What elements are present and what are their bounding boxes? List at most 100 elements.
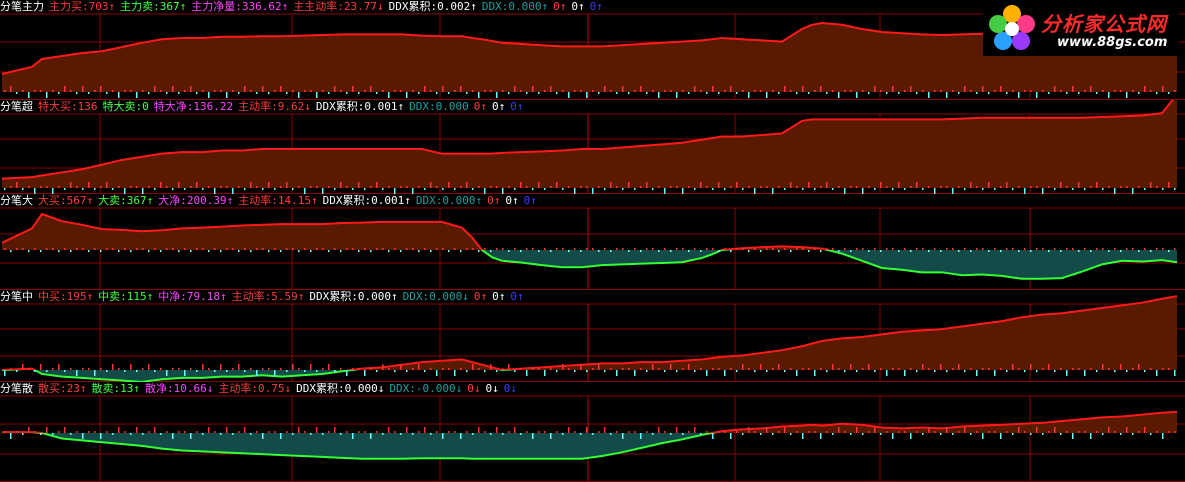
indicator-value: 0↑	[492, 290, 505, 304]
indicator-value: 0↑	[474, 290, 487, 304]
arrow-down-icon: ↓	[492, 382, 499, 395]
ddx-bar	[592, 433, 594, 435]
ddx-bar	[208, 250, 210, 252]
ddx-bar	[814, 90, 816, 92]
ddx-bar	[196, 248, 198, 250]
ddx-bar	[166, 248, 168, 250]
ddx-bar	[628, 368, 630, 370]
ddx-bar	[586, 248, 588, 250]
ddx-bar	[934, 431, 936, 433]
ddx-bar	[568, 92, 570, 98]
ddx-bar	[718, 182, 720, 188]
ddx-bar	[1150, 368, 1152, 370]
ddx-bar	[1018, 368, 1020, 370]
ddx-bar	[514, 370, 516, 372]
ddx-bar	[556, 92, 558, 94]
ddx-bar	[358, 182, 360, 188]
arrow-up-icon: ↑	[541, 0, 549, 13]
ddx-bar	[652, 90, 654, 92]
ddx-bar	[358, 250, 360, 252]
ddx-bar	[976, 92, 978, 94]
ddx-bar	[832, 188, 834, 190]
ddx-bar	[1042, 248, 1044, 250]
indicator-number: 115	[126, 290, 147, 303]
ddx-bar	[796, 431, 798, 433]
ddx-bar	[418, 186, 420, 188]
ddx-bar	[214, 431, 216, 433]
ddx-bar	[346, 431, 348, 433]
ddx-bar	[226, 186, 228, 188]
ddx-bar	[526, 92, 528, 94]
ddx-bar	[658, 368, 660, 370]
ddx-bar	[964, 370, 966, 372]
ddx-bar	[664, 188, 666, 194]
ddx-bar	[262, 86, 264, 92]
ddx-bar	[220, 364, 222, 370]
ddx-bar	[94, 90, 96, 92]
ddx-bar	[4, 370, 6, 376]
ddx-bar	[880, 90, 882, 92]
ddx-bar	[172, 188, 174, 190]
ddx-bar	[436, 186, 438, 188]
ddx-bar	[10, 86, 12, 92]
ddx-bar	[40, 433, 42, 435]
ddx-bar	[1036, 370, 1038, 372]
ddx-bar	[1030, 250, 1032, 252]
ddx-bar	[958, 364, 960, 370]
ddx-bar	[514, 248, 516, 250]
ddx-bar	[760, 186, 762, 188]
ddx-bar	[718, 250, 720, 252]
indicator-number: 0.000	[429, 290, 463, 303]
ddx-bar	[448, 368, 450, 370]
ddx-bar	[754, 90, 756, 92]
ddx-bar	[1054, 427, 1056, 433]
ddx-bar	[616, 248, 618, 250]
ddx-bar	[1174, 431, 1176, 433]
ddx-bar	[880, 182, 882, 188]
ddx-bar	[808, 182, 810, 188]
ddx-bar	[934, 90, 936, 92]
ddx-bar	[598, 431, 600, 433]
ddx-bar	[364, 431, 366, 433]
ddx-bar	[676, 248, 678, 250]
ddx-bar	[70, 368, 72, 370]
ddx-bar	[664, 370, 666, 372]
ddx-bar	[424, 427, 426, 433]
ddx-bar	[418, 364, 420, 370]
indicator-label: DDX累积:	[388, 0, 438, 13]
ddx-bar	[802, 368, 804, 370]
ddx-bar	[784, 188, 786, 190]
arrow-down-icon: ↓	[462, 290, 469, 303]
indicator-value: 0↑	[524, 194, 537, 208]
ddx-bar	[790, 182, 792, 188]
ddx-bar	[754, 248, 756, 250]
ddx-bar	[1024, 431, 1026, 433]
indicator-number: 367	[159, 0, 180, 13]
ddx-bar	[610, 182, 612, 188]
ddx-bar	[958, 431, 960, 433]
ddx-bar	[568, 250, 570, 252]
ddx-bar	[790, 368, 792, 370]
ddx-bar	[172, 248, 174, 250]
ddx-bar	[802, 188, 804, 190]
indicator-value: 主力卖:367↑	[120, 0, 186, 14]
ddx-bar	[496, 92, 498, 98]
indicator-value: 0↓	[504, 382, 517, 396]
ddx-bar	[304, 90, 306, 92]
ddx-bar	[334, 248, 336, 250]
indicator-value: DDX累积:0.001↑	[316, 100, 404, 114]
indicator-number: 0	[503, 382, 511, 395]
ddx-bar	[934, 188, 936, 194]
panel-header-main: 分笔主力 主力买:703↑ 主力卖:367↑ 主力净量:336.62↑ 主主动率:23.…	[0, 0, 608, 14]
ddx-bar	[1072, 188, 1074, 190]
ddx-bar	[388, 250, 390, 252]
ddx-bar	[106, 248, 108, 250]
ddx-bar	[250, 182, 252, 188]
ddx-bar	[400, 90, 402, 92]
ddx-bar	[424, 86, 426, 92]
ddx-bar	[1030, 433, 1032, 435]
ddx-bar	[82, 368, 84, 370]
ddx-bar	[286, 248, 288, 250]
ddx-bar	[1072, 248, 1074, 250]
ddx-bar	[76, 92, 78, 94]
